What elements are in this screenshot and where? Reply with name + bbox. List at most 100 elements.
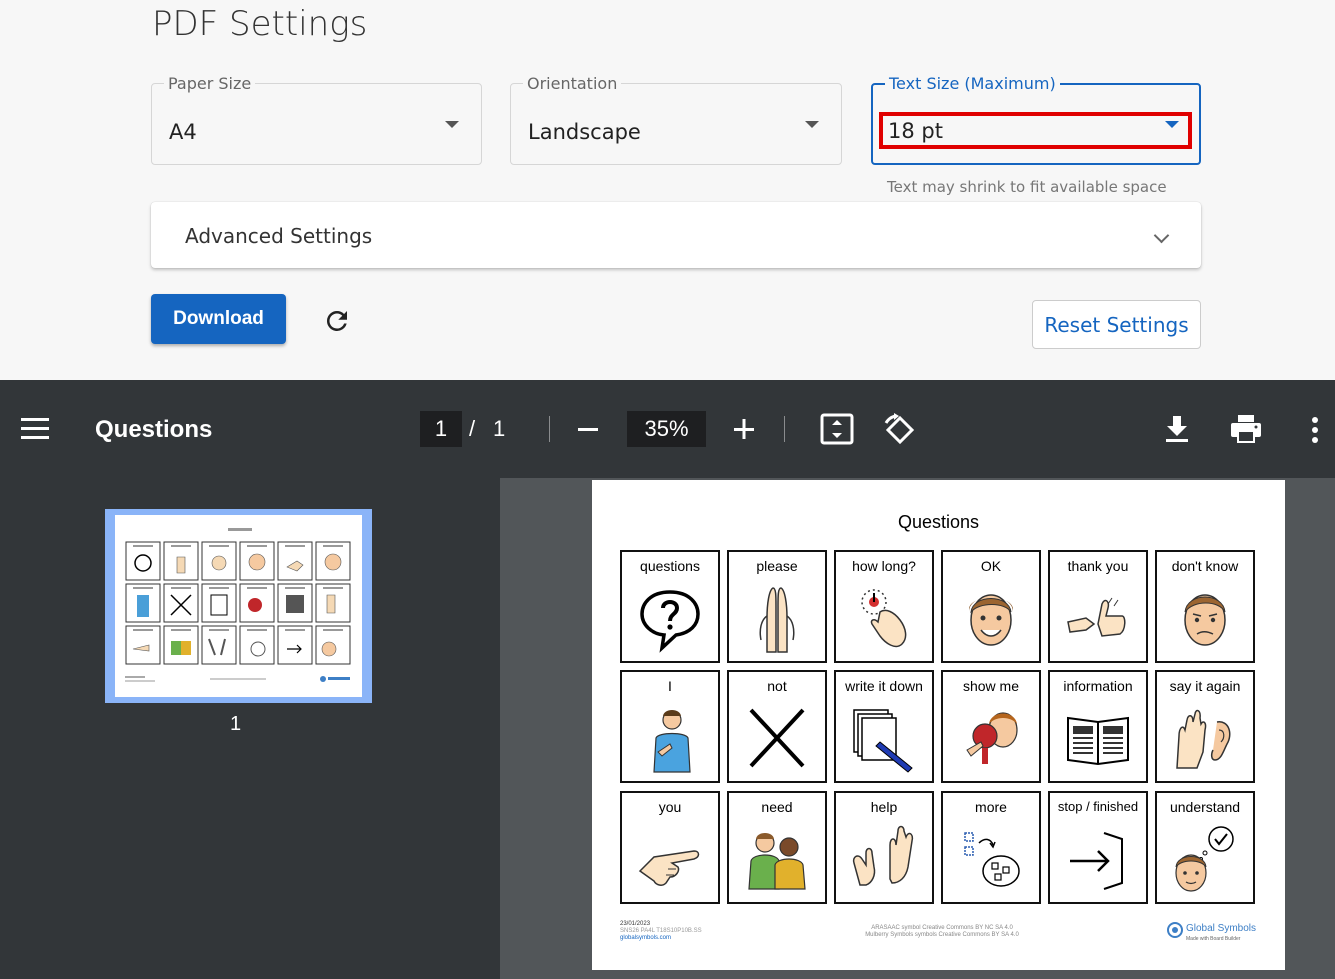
- viewer-toolbar: Questions 1 / 1 35%: [0, 380, 1335, 478]
- board-title: Questions: [897, 512, 980, 532]
- zoom-level-input[interactable]: 35%: [627, 411, 706, 447]
- more-options-icon[interactable]: [1310, 416, 1320, 444]
- reset-settings-button[interactable]: Reset Settings: [1032, 300, 1201, 349]
- more-shapes-icon: [964, 832, 1020, 887]
- paper-pen-icon: [853, 709, 913, 773]
- advanced-settings-accordion[interactable]: Advanced Settings: [151, 202, 1201, 268]
- page-separator: /: [469, 416, 476, 441]
- symbol-cell-how-long: how long?: [834, 550, 934, 663]
- symbol-cell-need: need: [727, 791, 827, 904]
- page-number-input[interactable]: 1: [420, 411, 462, 447]
- footer-code: SNS26 PA4L T18S10P10B.SS: [620, 928, 702, 934]
- document-title: Questions: [95, 416, 213, 443]
- show-me-icon: [966, 712, 1018, 764]
- refresh-icon[interactable]: [322, 306, 352, 336]
- text-size-select[interactable]: Text Size (Maximum) 18 pt: [871, 74, 1201, 165]
- cell-label: how long?: [852, 558, 916, 574]
- zoom-in-icon[interactable]: [733, 418, 755, 440]
- fit-page-icon[interactable]: [820, 413, 854, 445]
- hand-ear-icon: [1176, 709, 1231, 769]
- text-size-helper: Text may shrink to fit available space: [887, 178, 1167, 196]
- symbol-cell-show-me: show me: [941, 670, 1041, 783]
- download-icon[interactable]: [1163, 414, 1191, 444]
- symbol-cell-dont-know: don't know: [1155, 550, 1255, 663]
- paper-size-value: A4: [169, 120, 197, 144]
- paper-size-label: Paper Size: [164, 74, 256, 93]
- unsure-face-icon: [1184, 594, 1226, 646]
- person-pointing-self-icon: [653, 710, 691, 773]
- advanced-settings-label: Advanced Settings: [185, 224, 373, 248]
- cell-label: help: [870, 799, 898, 815]
- cell-label: questions: [640, 558, 700, 574]
- page-thumbnail[interactable]: [105, 509, 372, 703]
- cell-label: thank you: [1067, 558, 1129, 574]
- cell-label: information: [1063, 678, 1133, 694]
- thumbs-up-icon: [1067, 597, 1126, 637]
- globe-logo-icon: [1167, 922, 1183, 938]
- face-check-icon: [1175, 826, 1234, 892]
- cell-label: more: [975, 799, 1007, 815]
- chevron-down-icon: [1153, 227, 1170, 244]
- cell-label: write it down: [845, 678, 923, 694]
- toolbar-divider: [784, 416, 785, 442]
- cell-label: don't know: [1171, 558, 1239, 574]
- pointing-hand-icon: [638, 850, 700, 886]
- thumbnail-board-icon: [125, 528, 351, 682]
- two-people-icon: [748, 833, 806, 890]
- cell-label: stop / finished: [1057, 799, 1139, 814]
- brand-subtitle: Made with Board Builder: [1186, 936, 1241, 942]
- print-icon[interactable]: [1230, 414, 1262, 444]
- thumbnail-page-preview: [115, 515, 362, 697]
- board-footer-info: 23/01/2023 SNS26 PA4L T18S10P10B.SS glob…: [620, 921, 702, 942]
- dropdown-arrow-icon: [445, 121, 459, 128]
- cell-label: understand: [1169, 799, 1241, 815]
- orientation-value: Landscape: [528, 120, 641, 144]
- zoom-out-icon[interactable]: [577, 418, 599, 440]
- license-line-1: ARASAAC symbol Creative Commons BY NC SA…: [871, 925, 1013, 931]
- stopwatch-hand-icon: [861, 589, 907, 648]
- thumbnail-page-number: 1: [230, 713, 242, 735]
- cell-label: OK: [980, 558, 1002, 574]
- cell-label: I: [668, 678, 672, 694]
- menu-icon[interactable]: [20, 416, 50, 442]
- pdf-settings-panel: PDF Settings Paper Size A4 Orientation L…: [0, 0, 1335, 380]
- orientation-select[interactable]: Orientation Landscape: [510, 74, 842, 165]
- cell-label: show me: [962, 678, 1020, 694]
- pdf-page: Questions questions please how long? OK …: [592, 480, 1285, 970]
- cell-label: you: [658, 799, 682, 815]
- page-title: PDF Settings: [152, 4, 368, 44]
- cell-label: need: [761, 799, 793, 815]
- symbol-cell-help: help: [834, 791, 934, 904]
- license-line-2: Mulberry Symbols symbols Creative Common…: [865, 932, 1019, 938]
- symbol-cell-say-it-again: say it again: [1155, 670, 1255, 783]
- symbol-cell-thank-you: thank you: [1048, 550, 1148, 663]
- smiling-face-icon: [969, 594, 1013, 646]
- orientation-label: Orientation: [523, 74, 622, 93]
- symbol-cell-you: you: [620, 791, 720, 904]
- exit-arrow-icon: [1070, 832, 1123, 890]
- cross-icon: [749, 708, 805, 768]
- paper-size-select[interactable]: Paper Size A4: [151, 74, 482, 165]
- footer-site-link[interactable]: globalsymbols.com: [620, 935, 702, 942]
- board-footer-license: ARASAAC symbol Creative Commons BY NC SA…: [842, 925, 1042, 939]
- symbol-cell-ok: OK: [941, 550, 1041, 663]
- toolbar-divider: [549, 416, 550, 442]
- symbol-cell-not: not: [727, 670, 827, 783]
- praying-hands-icon: [759, 587, 795, 653]
- speech-question-icon: [640, 590, 700, 653]
- symbol-cell-more: more: [941, 791, 1041, 904]
- symbol-cell-questions: questions: [620, 550, 720, 663]
- rotate-icon[interactable]: [883, 413, 917, 447]
- symbol-cell-information: information: [1048, 670, 1148, 783]
- highlight-box: [879, 112, 1192, 149]
- cell-label: not: [767, 678, 787, 694]
- footer-date: 23/01/2023: [620, 921, 651, 927]
- text-size-label: Text Size (Maximum): [885, 74, 1060, 93]
- open-book-icon: [1067, 716, 1129, 766]
- download-button[interactable]: Download: [151, 294, 286, 344]
- helping-hands-icon: [852, 825, 914, 886]
- symbol-cell-stop-finished: stop / finished: [1048, 791, 1148, 904]
- symbol-cell-please: please: [727, 550, 827, 663]
- pdf-viewer: Questions 1 / 1 35% 1 Questions question…: [0, 380, 1335, 979]
- page-total: 1: [493, 416, 506, 441]
